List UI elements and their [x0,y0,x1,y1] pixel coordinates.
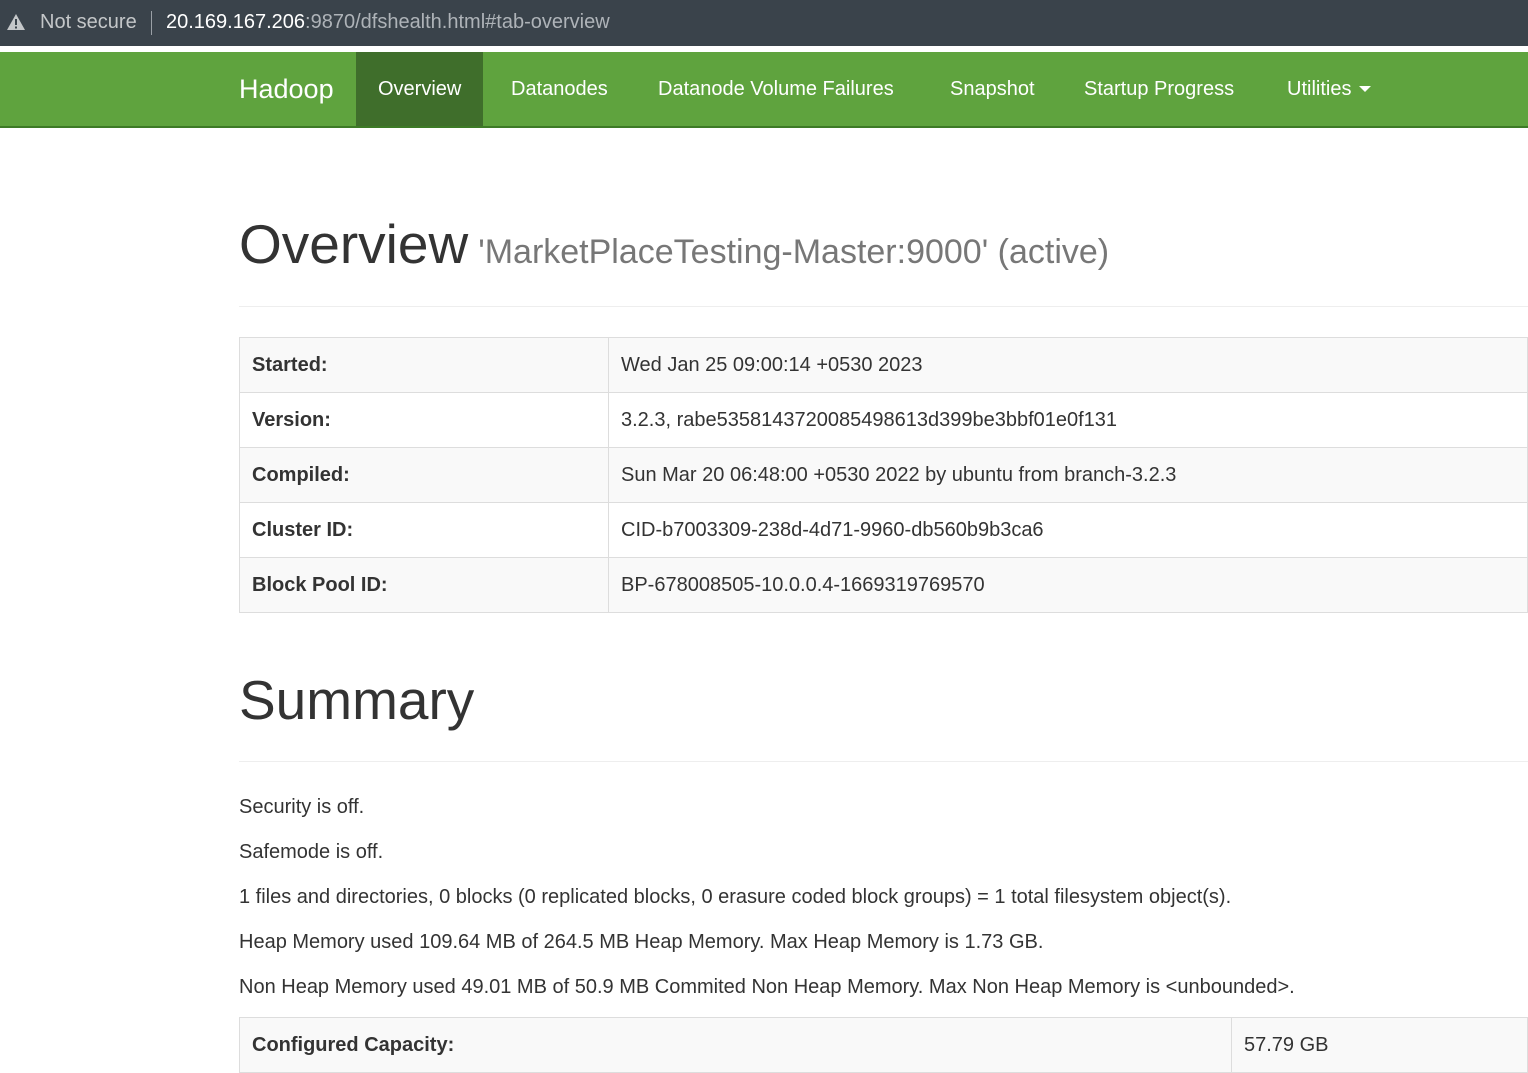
url-path: :9870/dfshealth.html#tab-overview [305,11,610,33]
table-key: Version: [239,392,609,448]
nav-item-startup-progress[interactable]: Startup Progress [1084,52,1234,126]
summary-table: Configured Capacity: 57.79 GB [239,1017,1528,1073]
nav-item-utilities-dropdown[interactable]: Utilities [1287,52,1372,126]
nav-item-datanodes[interactable]: Datanodes [511,52,608,126]
summary-title: Summary [239,669,475,731]
table-key: Cluster ID: [239,502,609,558]
table-value: 3.2.3, rabe5358143720085498613d399be3bbf… [608,392,1528,448]
table-row: Block Pool ID: BP-678008505-10.0.0.4-166… [239,557,1528,613]
table-value: Wed Jan 25 09:00:14 +0530 2023 [608,337,1528,393]
table-row: Version: 3.2.3, rabe5358143720085498613d… [239,392,1528,448]
non-heap-memory-text: Non Heap Memory used 49.01 MB of 50.9 MB… [239,976,1295,998]
overview-table: Started: Wed Jan 25 09:00:14 +0530 2023 … [239,337,1528,613]
table-key: Block Pool ID: [239,557,609,613]
table-row: Compiled: Sun Mar 20 06:48:00 +0530 2022… [239,447,1528,503]
table-key: Started: [239,337,609,393]
safemode-status-text: Safemode is off. [239,841,384,863]
page-title: Overview 'MarketPlaceTesting-Master:9000'… [239,212,1109,276]
nav-item-utilities-label: Utilities [1287,78,1352,100]
table-value: CID-b7003309-238d-4d71-9960-db560b9b3ca6 [608,502,1528,558]
table-row: Cluster ID: CID-b7003309-238d-4d71-9960-… [239,502,1528,558]
table-value: BP-678008505-10.0.0.4-1669319769570 [608,557,1528,613]
filesystem-objects-text: 1 files and directories, 0 blocks (0 rep… [239,886,1232,908]
nav-item-overview[interactable]: Overview [356,52,484,126]
table-value: Sun Mar 20 06:48:00 +0530 2022 by ubuntu… [608,447,1528,503]
overview-title: Overview [239,213,469,275]
table-value: 57.79 GB [1231,1017,1528,1073]
address-divider [151,11,152,35]
table-row: Configured Capacity: 57.79 GB [239,1017,1528,1073]
caret-down-icon [1359,85,1372,92]
table-key: Configured Capacity: [239,1017,1232,1073]
not-secure-label[interactable]: Not secure [40,11,137,34]
table-key: Compiled: [239,447,609,503]
url-field[interactable]: 20.169.167.206:9870/dfshealth.html#tab-o… [166,11,610,34]
warning-triangle-icon[interactable] [6,13,26,31]
overview-subtitle: 'MarketPlaceTesting-Master:9000' (active… [478,233,1110,271]
nav-item-datanode-volume-failures[interactable]: Datanode Volume Failures [658,52,894,126]
browser-address-bar[interactable]: Not secure 20.169.167.206:9870/dfshealth… [0,0,1528,46]
security-status-text: Security is off. [239,796,365,818]
heap-memory-text: Heap Memory used 109.64 MB of 264.5 MB H… [239,931,1044,953]
table-row: Started: Wed Jan 25 09:00:14 +0530 2023 [239,337,1528,393]
divider [239,761,1528,762]
top-navbar: Hadoop Overview Datanodes Datanode Volum… [0,52,1528,128]
url-host: 20.169.167.206 [166,11,306,33]
divider [239,306,1528,307]
brand-logo-link[interactable]: Hadoop [239,52,334,126]
nav-item-snapshot[interactable]: Snapshot [950,52,1035,126]
